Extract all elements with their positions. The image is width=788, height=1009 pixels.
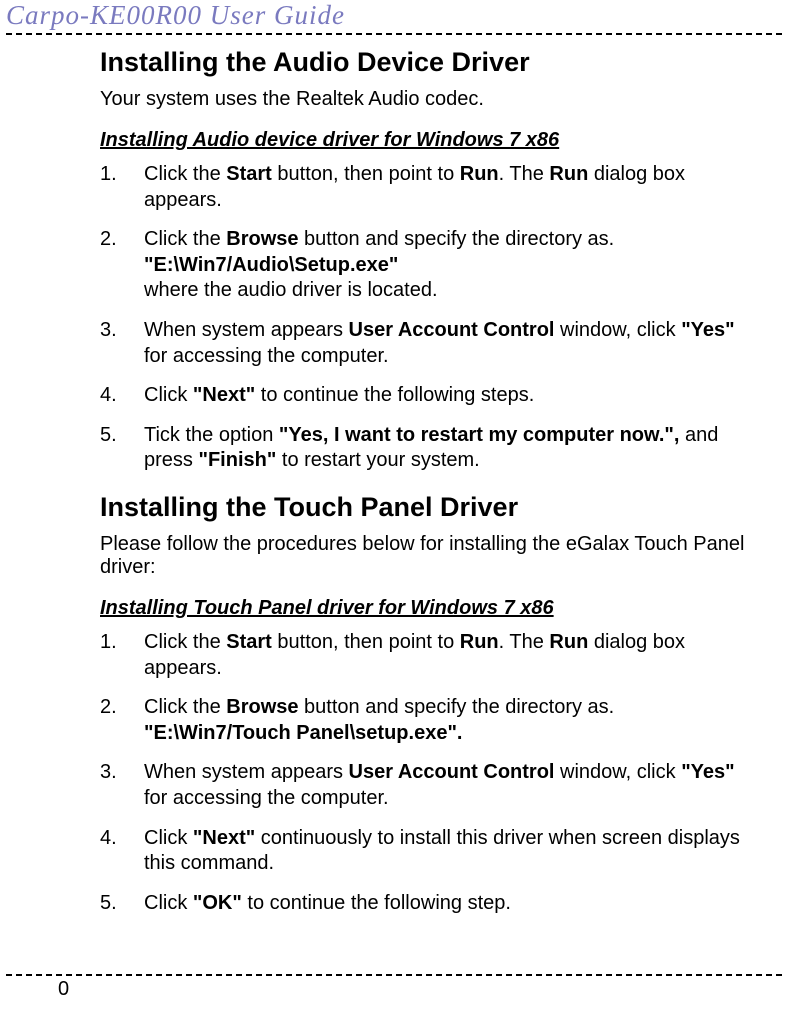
step-text: When system appears bbox=[144, 319, 349, 341]
step-bold: "Yes, I want to restart my computer now.… bbox=[279, 424, 680, 446]
step-text: for accessing the computer. bbox=[144, 345, 389, 367]
footer-divider bbox=[6, 974, 782, 976]
step-text: Click bbox=[144, 827, 193, 849]
step-text: to continue the following step. bbox=[242, 892, 511, 914]
step-bold: Start bbox=[226, 631, 272, 653]
step-item: Click "OK" to continue the following ste… bbox=[100, 891, 758, 917]
header-divider bbox=[6, 33, 782, 35]
step-bold: "Next" bbox=[193, 827, 255, 849]
step-text: Click bbox=[144, 384, 193, 406]
steps-list-audio: Click the Start button, then point to Ru… bbox=[100, 162, 758, 474]
step-item: Tick the option "Yes, I want to restart … bbox=[100, 423, 758, 474]
step-text: Click the bbox=[144, 228, 226, 250]
step-text: to continue the following steps. bbox=[255, 384, 534, 406]
step-bold: User Account Control bbox=[349, 761, 555, 783]
step-text: Click the bbox=[144, 696, 226, 718]
step-text: to restart your system. bbox=[276, 449, 479, 471]
step-item: Click the Browse button and specify the … bbox=[100, 695, 758, 746]
section-heading-audio: Installing the Audio Device Driver bbox=[100, 47, 758, 78]
step-text: Click the bbox=[144, 631, 226, 653]
step-text: button and specify the directory as. bbox=[299, 228, 615, 250]
step-bold: "OK" bbox=[193, 892, 242, 914]
step-text: Click bbox=[144, 892, 193, 914]
section-heading-touch: Installing the Touch Panel Driver bbox=[100, 492, 758, 523]
section-intro-touch: Please follow the procedures below for i… bbox=[100, 533, 758, 579]
step-bold: User Account Control bbox=[349, 319, 555, 341]
step-text: . The bbox=[499, 163, 550, 185]
step-bold: "Next" bbox=[193, 384, 255, 406]
step-text: button, then point to bbox=[272, 631, 460, 653]
step-bold: "Yes" bbox=[681, 319, 734, 341]
step-text: Tick the option bbox=[144, 424, 279, 446]
step-text: window, click bbox=[554, 319, 681, 341]
step-bold: Run bbox=[549, 631, 588, 653]
step-text: for accessing the computer. bbox=[144, 787, 389, 809]
step-bold: "Yes" bbox=[681, 761, 734, 783]
subsection-heading-audio: Installing Audio device driver for Windo… bbox=[100, 129, 758, 152]
step-text: When system appears bbox=[144, 761, 349, 783]
page-number: 0 bbox=[0, 978, 788, 1001]
section-intro-audio: Your system uses the Realtek Audio codec… bbox=[100, 88, 758, 111]
page: Carpo-KE00R00 User Guide Installing the … bbox=[0, 0, 788, 1009]
step-item: Click "Next" continuously to install thi… bbox=[100, 826, 758, 877]
step-bold: Run bbox=[460, 631, 499, 653]
step-bold: Run bbox=[460, 163, 499, 185]
step-bold: Start bbox=[226, 163, 272, 185]
step-text: window, click bbox=[554, 761, 681, 783]
step-item: Click "Next" to continue the following s… bbox=[100, 383, 758, 409]
step-bold: "Finish" bbox=[198, 449, 276, 471]
document-header-title: Carpo-KE00R00 User Guide bbox=[0, 0, 788, 33]
step-text: button and specify the directory as. bbox=[299, 696, 615, 718]
step-item: When system appears User Account Control… bbox=[100, 318, 758, 369]
step-bold: Browse bbox=[226, 228, 298, 250]
step-text: Click the bbox=[144, 163, 226, 185]
step-text: . The bbox=[499, 631, 550, 653]
step-bold: "E:\Win7/Audio\Setup.exe" bbox=[144, 254, 398, 276]
step-text: where the audio driver is located. bbox=[144, 279, 438, 301]
step-item: Click the Start button, then point to Ru… bbox=[100, 162, 758, 213]
footer: 0 bbox=[0, 974, 788, 1001]
step-bold: Browse bbox=[226, 696, 298, 718]
steps-list-touch: Click the Start button, then point to Ru… bbox=[100, 630, 758, 916]
content-area: Installing the Audio Device Driver Your … bbox=[0, 47, 788, 916]
step-text: button, then point to bbox=[272, 163, 460, 185]
step-item: Click the Browse button and specify the … bbox=[100, 227, 758, 304]
step-item: Click the Start button, then point to Ru… bbox=[100, 630, 758, 681]
step-bold: "E:\Win7/Touch Panel\setup.exe". bbox=[144, 722, 462, 744]
step-bold: Run bbox=[549, 163, 588, 185]
step-item: When system appears User Account Control… bbox=[100, 760, 758, 811]
subsection-heading-touch: Installing Touch Panel driver for Window… bbox=[100, 597, 758, 620]
